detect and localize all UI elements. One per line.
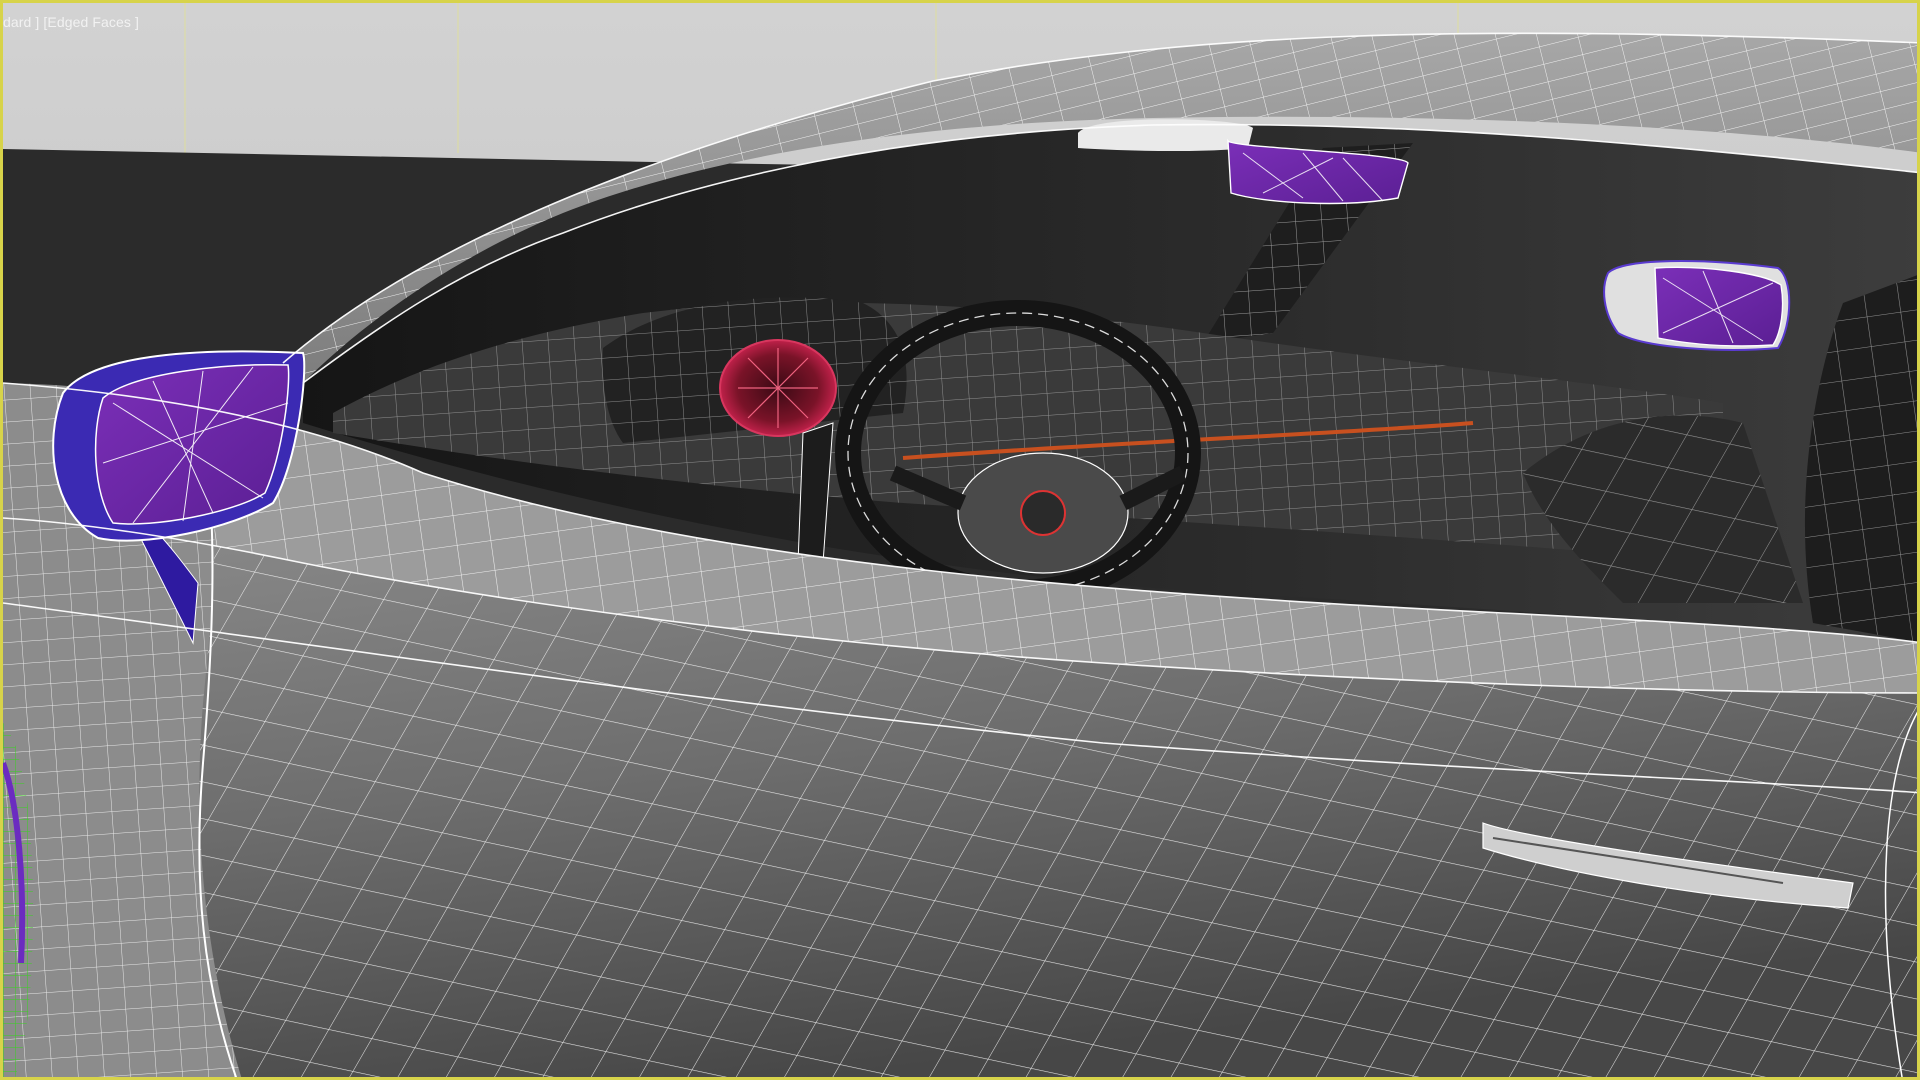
right-side-mirror — [1603, 260, 1791, 351]
perspective-viewport[interactable]: dard ] [Edged Faces ] — [0, 0, 1920, 1080]
viewport-scene[interactable] — [3, 3, 1920, 1080]
viewport-label[interactable]: dard ] [Edged Faces ] — [3, 15, 139, 29]
